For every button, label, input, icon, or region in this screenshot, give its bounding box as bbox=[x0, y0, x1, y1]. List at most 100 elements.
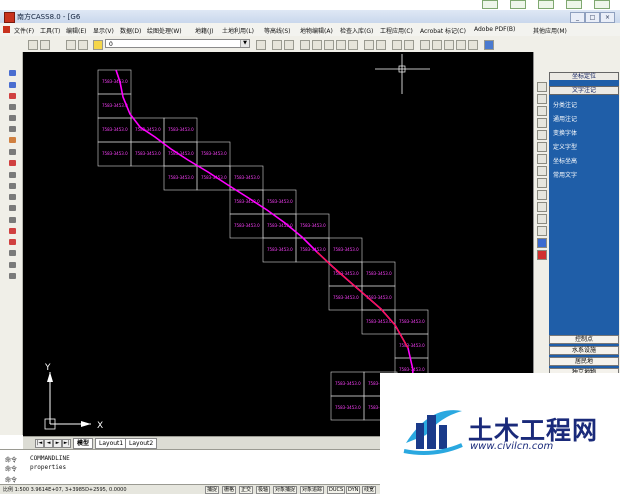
page-icon[interactable] bbox=[482, 0, 498, 9]
panel-icon[interactable] bbox=[537, 154, 547, 164]
menu-acrobat[interactable]: Acrobat 标记(C) bbox=[420, 26, 466, 35]
menu-check[interactable]: 检查入库(G) bbox=[340, 26, 373, 35]
menu-engineering[interactable]: 工程应用(C) bbox=[380, 26, 413, 35]
control-point-button[interactable]: 控制点 bbox=[549, 335, 619, 344]
water-system-button[interactable]: 水系设施 bbox=[549, 346, 619, 355]
tab-last-button[interactable]: ►| bbox=[62, 439, 71, 448]
menu-land-use[interactable]: 土地利用(L) bbox=[222, 26, 254, 35]
copy-icon[interactable] bbox=[9, 104, 16, 110]
panel-icon[interactable] bbox=[537, 178, 547, 188]
explode-icon[interactable] bbox=[9, 250, 16, 256]
tab-prev-button[interactable]: ◄ bbox=[44, 439, 53, 448]
extend-icon[interactable] bbox=[9, 205, 16, 211]
panel-icon[interactable] bbox=[537, 130, 547, 140]
save-icon[interactable] bbox=[284, 40, 294, 50]
maximize-button[interactable]: □ bbox=[585, 12, 600, 23]
menu-cadastre[interactable]: 地籍(J) bbox=[195, 26, 213, 35]
close-button[interactable]: × bbox=[600, 12, 615, 23]
panel-icon[interactable] bbox=[537, 94, 547, 104]
tab-next-button[interactable]: ► bbox=[53, 439, 62, 448]
zoom-prev-icon[interactable] bbox=[348, 40, 358, 50]
page-icon[interactable] bbox=[538, 0, 554, 9]
line-icon[interactable] bbox=[9, 262, 16, 268]
menu-adobe-pdf[interactable]: Adobe PDF(B) bbox=[474, 26, 515, 33]
mirror-icon[interactable] bbox=[9, 115, 16, 121]
line-icon[interactable] bbox=[468, 40, 478, 50]
pencil-icon[interactable] bbox=[300, 40, 310, 50]
page-icon[interactable] bbox=[594, 0, 610, 9]
pan-icon[interactable] bbox=[312, 40, 322, 50]
layer-state-icon[interactable] bbox=[78, 40, 88, 50]
menu-tools[interactable]: 工具(T) bbox=[40, 26, 60, 35]
measure-icon[interactable] bbox=[456, 40, 466, 50]
fillet-icon[interactable] bbox=[9, 239, 16, 245]
menu-other[interactable]: 其他应用(M) bbox=[533, 26, 567, 35]
chevron-down-icon[interactable]: ▼ bbox=[240, 40, 249, 47]
scale-icon[interactable] bbox=[9, 172, 16, 178]
page-icon[interactable] bbox=[510, 0, 526, 9]
list-item-coordinate-elevation[interactable]: 坐标坐高 bbox=[553, 156, 577, 165]
search-icon[interactable] bbox=[444, 40, 454, 50]
array-icon[interactable] bbox=[9, 137, 16, 143]
tab-layout2[interactable]: Layout2 bbox=[125, 438, 158, 449]
panel-icon[interactable] bbox=[537, 142, 547, 152]
match-layer-icon[interactable] bbox=[272, 40, 282, 50]
redo-icon[interactable] bbox=[376, 40, 386, 50]
chamfer-icon[interactable] bbox=[9, 228, 16, 234]
residential-button[interactable]: 居民地 bbox=[549, 357, 619, 366]
panel-icon[interactable] bbox=[537, 190, 547, 200]
open-icon[interactable] bbox=[40, 40, 50, 50]
rotate-icon[interactable] bbox=[9, 160, 16, 166]
lightbulb-icon[interactable] bbox=[93, 40, 103, 50]
menu-data[interactable]: 数据(D) bbox=[120, 26, 141, 35]
menu-file[interactable]: 文件(F) bbox=[14, 26, 34, 35]
new-icon[interactable] bbox=[28, 40, 38, 50]
stretch-icon[interactable] bbox=[9, 183, 16, 189]
layer-prev-icon[interactable] bbox=[256, 40, 266, 50]
menu-edit[interactable]: 编辑(E) bbox=[66, 26, 86, 35]
help-icon[interactable] bbox=[484, 40, 494, 50]
zoom-icon[interactable] bbox=[324, 40, 334, 50]
menu-view[interactable]: 显示(V) bbox=[93, 26, 114, 35]
erase-icon[interactable] bbox=[9, 93, 16, 99]
menu-drawing[interactable]: 绘图处理(W) bbox=[147, 26, 182, 35]
panel-icon[interactable] bbox=[537, 82, 547, 92]
move-icon[interactable] bbox=[432, 40, 442, 50]
tab-first-button[interactable]: |◄ bbox=[35, 439, 44, 448]
page-icon[interactable] bbox=[566, 0, 582, 9]
undo-icon[interactable] bbox=[364, 40, 374, 50]
design-center-icon[interactable] bbox=[404, 40, 414, 50]
zoom-window-icon[interactable] bbox=[336, 40, 346, 50]
point-icon[interactable] bbox=[9, 82, 16, 88]
menu-feature-edit[interactable]: 地物编辑(A) bbox=[300, 26, 333, 35]
select-icon[interactable] bbox=[9, 70, 16, 76]
panel-icon[interactable] bbox=[537, 214, 547, 224]
tab-layout1[interactable]: Layout1 bbox=[95, 438, 128, 449]
list-item-classified-note[interactable]: 分类注记 bbox=[553, 100, 577, 109]
info-icon[interactable] bbox=[537, 238, 547, 248]
move-icon[interactable] bbox=[9, 149, 16, 155]
text-icon[interactable] bbox=[9, 273, 16, 279]
menu-contour[interactable]: 等高线(S) bbox=[264, 26, 291, 35]
panel-icon[interactable] bbox=[537, 118, 547, 128]
list-item-define-font[interactable]: 定义字型 bbox=[553, 142, 577, 151]
command-area[interactable]: 命令 COMMANDLINE 命令 properties 命令 bbox=[0, 449, 380, 485]
layer-select[interactable]: 0 ▼ bbox=[105, 39, 250, 48]
break-icon[interactable] bbox=[9, 217, 16, 223]
tab-model[interactable]: 模型 bbox=[73, 438, 94, 449]
app-menu-icon[interactable] bbox=[3, 26, 10, 33]
list-item-general-note[interactable]: 通用注记 bbox=[553, 114, 577, 123]
list-item-change-font[interactable]: 变换字体 bbox=[553, 128, 577, 137]
properties-icon[interactable] bbox=[392, 40, 402, 50]
trim-icon[interactable] bbox=[9, 194, 16, 200]
panel-icon[interactable] bbox=[537, 166, 547, 176]
offset-icon[interactable] bbox=[9, 126, 16, 132]
layer-manager-icon[interactable] bbox=[66, 40, 76, 50]
panel-icon[interactable] bbox=[537, 202, 547, 212]
pencil-icon[interactable] bbox=[420, 40, 430, 50]
panel-icon[interactable] bbox=[537, 106, 547, 116]
text-annotation-header[interactable]: 文字注记 bbox=[549, 86, 619, 95]
list-item-common-text[interactable]: 常用文字 bbox=[553, 170, 577, 179]
close-icon[interactable] bbox=[537, 250, 547, 260]
minimize-button[interactable]: _ bbox=[570, 12, 585, 23]
